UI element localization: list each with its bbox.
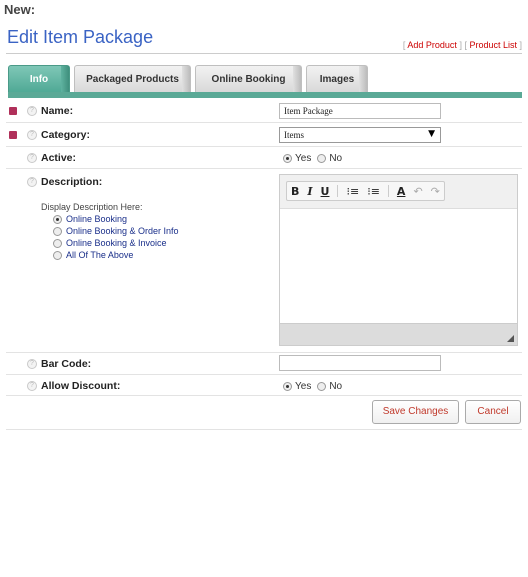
tab-packaged-products-label: Packaged Products: [86, 74, 179, 85]
save-changes-button[interactable]: Save Changes: [372, 400, 459, 424]
editor-content-area[interactable]: [280, 209, 517, 323]
product-list-link[interactable]: Product List: [469, 40, 517, 50]
name-row: ? Name: Item Package: [6, 98, 522, 123]
display-description-options: Display Description Here: Online Booking…: [41, 202, 179, 260]
tab-info-label: Info: [29, 74, 49, 85]
tab-images-label: Images: [319, 74, 355, 85]
description-option: Online Booking & Invoice: [53, 238, 179, 248]
redo-icon[interactable]: ↷: [431, 185, 440, 198]
active-radio-group: Yes No: [283, 153, 342, 164]
bar-code-row: ? Bar Code:: [6, 353, 522, 375]
active-row: ? Active: Yes No: [6, 147, 522, 169]
editor-status-bar: [280, 323, 517, 345]
allow-discount-no-radio[interactable]: [317, 382, 327, 391]
description-option-radio[interactable]: [53, 250, 62, 260]
bar-code-label: Bar Code:: [41, 358, 92, 370]
toolbar-separator: [337, 185, 339, 197]
allow-discount-yes-label: Yes: [295, 381, 312, 392]
bullet-list-icon[interactable]: ⁝≡: [367, 185, 380, 198]
category-select[interactable]: Items ▼: [279, 127, 441, 143]
font-color-icon[interactable]: A: [397, 185, 406, 198]
description-option-radio[interactable]: [53, 226, 62, 236]
allow-discount-no-label: No: [329, 381, 343, 392]
active-yes-label: Yes: [295, 153, 312, 164]
cancel-button[interactable]: Cancel: [465, 400, 521, 424]
description-option-label: Online Booking: [66, 214, 128, 224]
help-icon[interactable]: ?: [27, 381, 37, 391]
description-label: Description:: [41, 176, 103, 188]
tab-online-booking-label: Online Booking: [211, 74, 286, 85]
category-row: ? Category: Items ▼: [6, 123, 522, 147]
description-option: All Of The Above: [53, 250, 179, 260]
tab-bar: Info Packaged Products Online Booking Im…: [8, 65, 368, 94]
description-option-radio[interactable]: [53, 238, 62, 248]
bar-code-input[interactable]: [279, 355, 441, 371]
undo-icon[interactable]: ↶: [413, 185, 422, 198]
allow-discount-yes-radio[interactable]: [283, 382, 292, 391]
italic-button[interactable]: I: [307, 185, 312, 198]
help-icon[interactable]: ?: [27, 359, 37, 369]
form-mode-label: New:: [4, 2, 36, 17]
help-icon[interactable]: ?: [27, 106, 37, 116]
tab-info[interactable]: Info: [8, 65, 70, 94]
toolbar-separator: [387, 185, 389, 197]
info-form: ? Name: Item Package ? Category: Items ▼…: [6, 98, 522, 430]
description-option-radio[interactable]: [53, 214, 62, 224]
bold-button[interactable]: B: [291, 185, 299, 198]
ordered-list-icon[interactable]: ⁝≡: [346, 185, 359, 198]
description-option-label: Online Booking & Order Info: [66, 226, 179, 236]
description-option-label: All Of The Above: [66, 250, 134, 260]
display-description-heading: Display Description Here:: [41, 202, 143, 212]
active-yes-radio[interactable]: [283, 154, 292, 163]
dropdown-arrow-icon: ▼: [428, 129, 435, 139]
resize-handle-icon[interactable]: [507, 335, 514, 342]
required-marker: [9, 107, 17, 115]
actions-row: Save Changes Cancel: [6, 396, 522, 430]
allow-discount-row: ? Allow Discount: Yes No: [6, 375, 522, 396]
allow-discount-radio-group: Yes No: [283, 381, 342, 392]
page-title: Edit Item Package: [7, 27, 154, 47]
active-no-label: No: [329, 153, 343, 164]
tab-online-booking[interactable]: Online Booking: [195, 65, 302, 94]
editor-toolbar: B I U ⁝≡ ⁝≡ A ↶ ↷: [280, 175, 517, 209]
help-icon[interactable]: ?: [27, 153, 37, 163]
help-icon[interactable]: ?: [27, 177, 37, 187]
description-editor: B I U ⁝≡ ⁝≡ A ↶ ↷: [279, 174, 518, 346]
underline-button[interactable]: U: [321, 185, 330, 198]
active-no-radio[interactable]: [317, 154, 327, 163]
category-select-value: Items: [284, 130, 304, 140]
tab-packaged-products[interactable]: Packaged Products: [74, 65, 191, 94]
name-label: Name:: [41, 105, 74, 117]
active-label: Active:: [41, 152, 77, 164]
title-divider: [6, 53, 522, 54]
description-option-label: Online Booking & Invoice: [66, 238, 167, 248]
allow-discount-label: Allow Discount:: [41, 380, 121, 392]
category-label: Category:: [41, 129, 91, 141]
editor-button-group: B I U ⁝≡ ⁝≡ A ↶ ↷: [286, 181, 445, 201]
add-product-link[interactable]: Add Product: [407, 40, 457, 50]
tab-images[interactable]: Images: [306, 65, 368, 94]
required-marker: [9, 131, 17, 139]
header-links: [ Add Product ] [ Product List ]: [402, 40, 522, 50]
name-input[interactable]: Item Package: [279, 103, 441, 119]
help-icon[interactable]: ?: [27, 130, 37, 140]
description-option: Online Booking & Order Info: [53, 226, 179, 236]
description-option: Online Booking: [53, 214, 179, 224]
